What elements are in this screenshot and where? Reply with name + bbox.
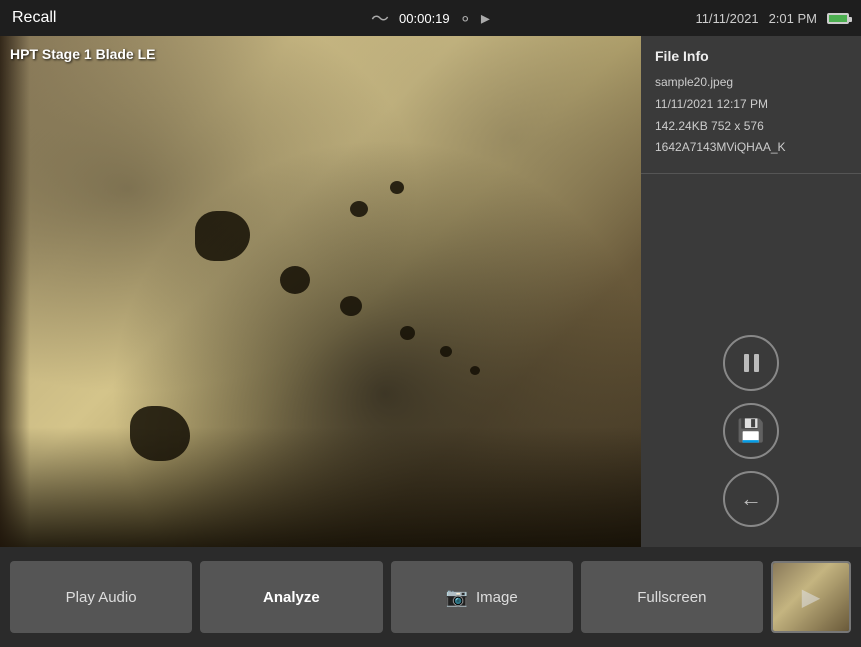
damage-spot-9	[390, 181, 404, 194]
image-icon: 📷	[446, 587, 468, 608]
bottom-shadow	[0, 427, 641, 547]
fullscreen-button[interactable]: Fullscreen	[581, 561, 763, 633]
wifi-icon: ▸	[481, 8, 490, 29]
fullscreen-label: Fullscreen	[637, 589, 706, 606]
pause-bar-2	[754, 354, 759, 372]
damage-spot-4	[400, 326, 415, 340]
pause-bar-1	[744, 354, 749, 372]
file-size-dims: 142.24KB 752 x 576	[655, 118, 847, 135]
thumbnail-icon: ▶	[802, 583, 820, 612]
title-bar-right: 11/11/2021 2:01 PM	[695, 11, 849, 26]
control-buttons: 💾 ←	[641, 174, 861, 547]
header-timer: 00:00:19	[399, 11, 450, 26]
right-panel: File Info sample20.jpeg 11/11/2021 12:17…	[641, 36, 861, 547]
file-filename: sample20.jpeg	[655, 74, 847, 91]
file-info-title: File Info	[655, 48, 847, 64]
bluetooth-icon: ∘	[460, 8, 471, 29]
play-audio-button[interactable]: Play Audio	[10, 561, 192, 633]
file-datetime: 11/11/2021 12:17 PM	[655, 96, 847, 113]
damage-spot-3	[340, 296, 362, 316]
file-hash: 1642A7143MViQHAA_K	[655, 139, 847, 156]
header-time: 2:01 PM	[769, 11, 817, 26]
header-date: 11/11/2021	[695, 11, 758, 26]
back-button[interactable]: ←	[723, 471, 779, 527]
damage-spot-5	[440, 346, 452, 357]
damage-spot-1	[195, 211, 250, 261]
play-audio-label: Play Audio	[66, 589, 137, 606]
analyze-button[interactable]: Analyze	[200, 561, 382, 633]
file-info: File Info sample20.jpeg 11/11/2021 12:17…	[641, 36, 861, 174]
battery-icon	[827, 13, 849, 24]
back-arrow-icon: ←	[740, 486, 762, 512]
activity-icon: 〜	[371, 5, 389, 31]
save-icon: 💾	[737, 418, 764, 444]
thumbnail-button[interactable]: ▶	[771, 561, 851, 633]
damage-spot-2	[280, 266, 310, 294]
pause-icon	[744, 354, 759, 372]
app-name: Recall	[12, 9, 56, 27]
analyze-label: Analyze	[263, 589, 320, 606]
blade-visual	[0, 36, 641, 547]
left-shadow	[0, 36, 30, 547]
image-area: HPT Stage 1 Blade LE	[0, 36, 641, 547]
image-label: HPT Stage 1 Blade LE	[10, 46, 155, 62]
title-bar: Recall 〜 00:00:19 ∘ ▸ 11/11/2021 2:01 PM	[0, 0, 861, 36]
damage-spot-8	[350, 201, 368, 217]
damage-spot-6	[470, 366, 480, 375]
image-button[interactable]: 📷 Image	[391, 561, 573, 633]
thumbnail-inner: ▶	[773, 563, 849, 631]
main-content: HPT Stage 1 Blade LE File Info sample20.…	[0, 36, 861, 547]
title-bar-center: 〜 00:00:19 ∘ ▸	[371, 5, 490, 31]
bottom-bar: Play Audio Analyze 📷 Image Fullscreen ▶	[0, 547, 861, 647]
image-label: Image	[476, 589, 518, 606]
save-button[interactable]: 💾	[723, 403, 779, 459]
pause-button[interactable]	[723, 335, 779, 391]
